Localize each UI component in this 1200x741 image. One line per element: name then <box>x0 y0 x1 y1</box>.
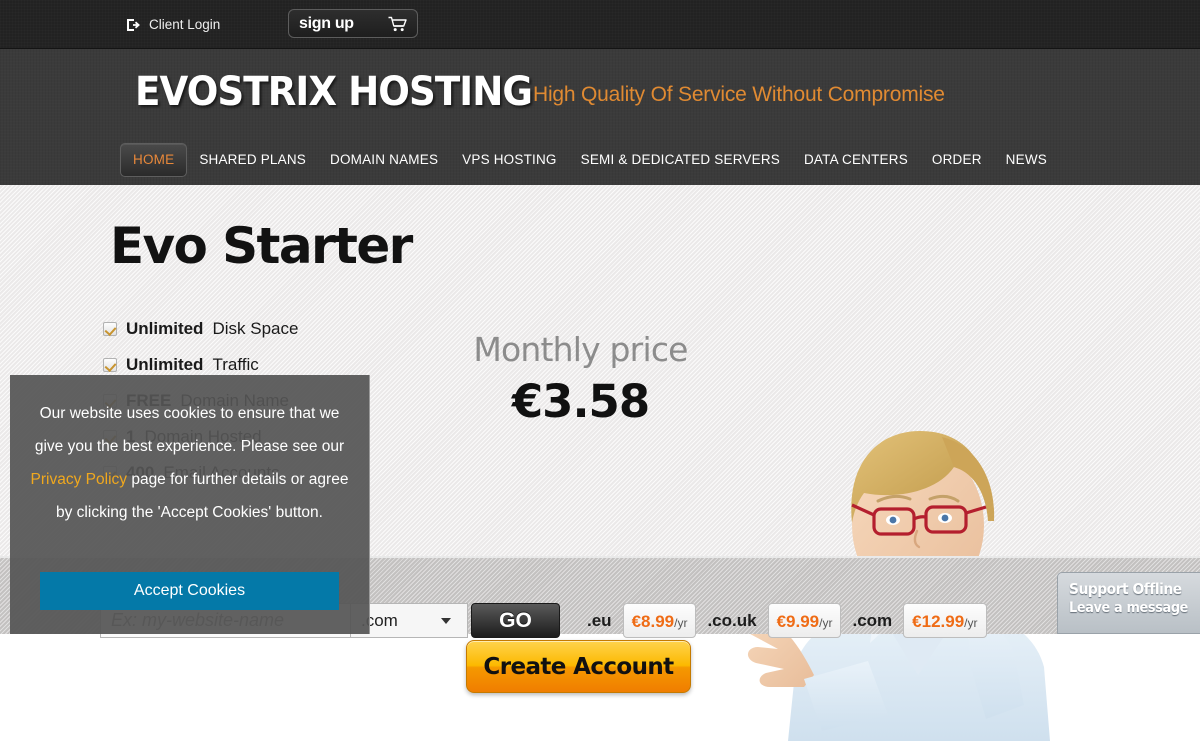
privacy-policy-link[interactable]: Privacy Policy <box>31 471 127 488</box>
nav-item-news[interactable]: NEWS <box>994 143 1059 177</box>
price-block: Monthly price €3.58 <box>418 330 743 428</box>
price-value: €3.58 <box>511 375 650 428</box>
client-login-label: Client Login <box>149 17 221 32</box>
tld-name: .co.uk <box>707 610 757 630</box>
chevron-down-icon <box>441 617 451 624</box>
nav-item-domain-names[interactable]: DOMAIN NAMES <box>318 143 450 177</box>
tld-price-item: .com €12.99 /yr <box>841 603 987 638</box>
support-subtitle: Leave a message <box>1069 600 1189 616</box>
site-header: EVOSTRIX HOSTING High Quality Of Service… <box>0 49 1200 185</box>
nav-item-order[interactable]: ORDER <box>920 143 994 177</box>
feature-text: Disk Space <box>212 319 299 338</box>
support-status: Support Offline <box>1069 580 1182 598</box>
nav-item-data-centers[interactable]: DATA CENTERS <box>792 143 920 177</box>
tld-name: .eu <box>587 610 612 630</box>
checkmark-icon <box>103 358 117 372</box>
price-label: Monthly price <box>473 330 688 369</box>
client-login-link[interactable]: Client Login <box>126 17 220 32</box>
page-title: Evo Starter <box>110 217 413 275</box>
top-utility-bar: Client Login sign up <box>0 0 1200 49</box>
feature-highlight: Unlimited <box>126 355 204 374</box>
tld-price-chip[interactable]: €12.99 /yr <box>903 603 987 638</box>
sign-up-button[interactable]: sign up <box>288 9 418 38</box>
accept-cookies-label: Accept Cookies <box>133 582 246 599</box>
tld-price-item: .eu €8.99 /yr <box>576 603 697 638</box>
tld-period: /yr <box>819 616 833 630</box>
tld-price-chip[interactable]: €9.99 /yr <box>767 603 842 638</box>
go-button[interactable]: GO <box>471 603 560 638</box>
cookie-message: Our website uses cookies to ensure that … <box>10 375 369 572</box>
create-account-label: Create Account <box>483 653 674 680</box>
create-account-button[interactable]: Create Account <box>466 640 691 693</box>
nav-item-vps-hosting[interactable]: VPS HOSTING <box>450 143 568 177</box>
site-logo[interactable]: EVOSTRIX HOSTING <box>135 69 533 115</box>
nav-item-shared-plans[interactable]: SHARED PLANS <box>187 143 318 177</box>
tld-name: .com <box>852 610 893 630</box>
feature-highlight: Unlimited <box>126 319 204 338</box>
login-arrow-icon <box>126 18 140 32</box>
main-navigation: HOME SHARED PLANS DOMAIN NAMES VPS HOSTI… <box>120 143 1059 177</box>
nav-item-home[interactable]: HOME <box>120 143 188 177</box>
feature-text: Traffic <box>212 355 259 374</box>
tld-price-list: .eu €8.99 /yr .co.uk €9.99 /yr .com €12.… <box>576 603 987 638</box>
tld-period: /yr <box>964 616 978 630</box>
sign-up-label: sign up <box>299 14 354 32</box>
nav-item-semi-dedicated[interactable]: SEMI & DEDICATED SERVERS <box>569 143 792 177</box>
list-item: Unlimited Disk Space <box>103 311 298 347</box>
tld-period: /yr <box>674 616 688 630</box>
shopping-cart-icon <box>388 16 407 32</box>
go-button-label: GO <box>499 608 532 632</box>
support-widget[interactable]: Support Offline Leave a message <box>1057 572 1200 634</box>
cookie-text-part1: Our website uses cookies to ensure that … <box>34 405 345 455</box>
accept-cookies-button[interactable]: Accept Cookies <box>40 572 339 610</box>
tld-price-item: .co.uk €9.99 /yr <box>696 603 842 638</box>
checkmark-icon <box>103 322 117 336</box>
tld-price-chip[interactable]: €8.99 /yr <box>622 603 697 638</box>
cookie-consent-banner: Our website uses cookies to ensure that … <box>10 375 370 634</box>
site-tagline: High Quality Of Service Without Compromi… <box>533 83 945 106</box>
